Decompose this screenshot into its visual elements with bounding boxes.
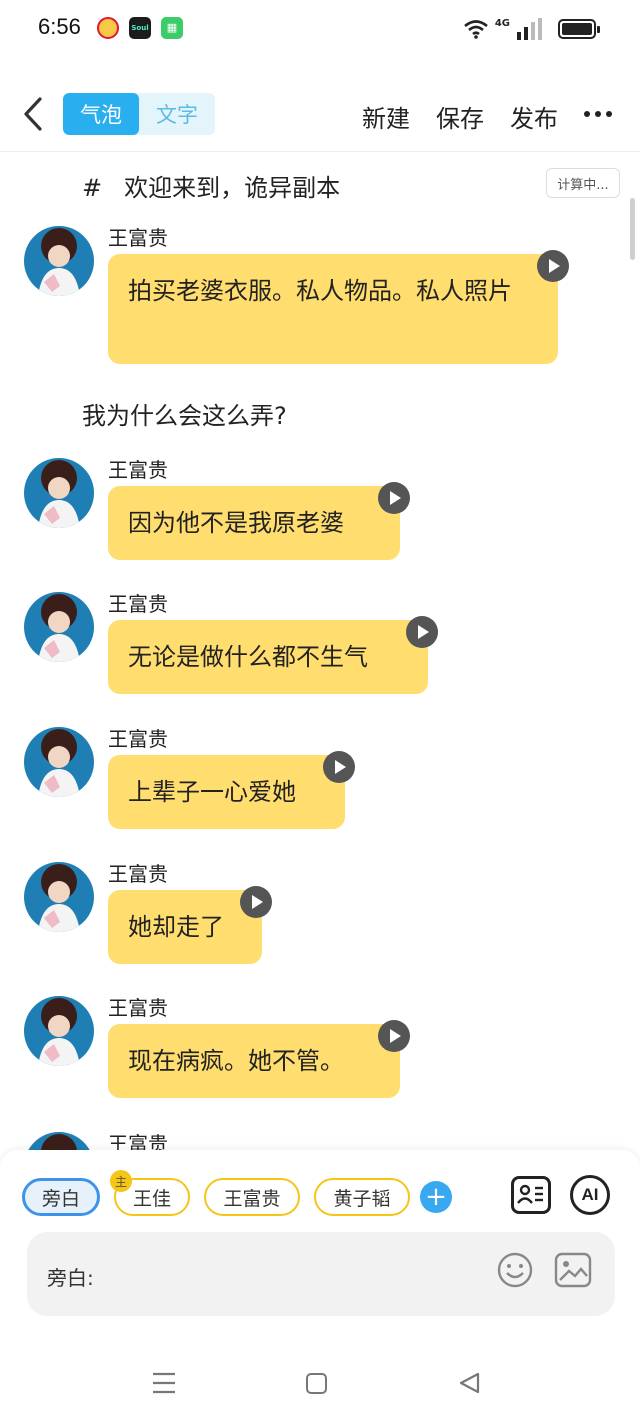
add-icon: +: [425, 1182, 447, 1212]
sender-name: 王富贵: [108, 727, 168, 751]
more-icon[interactable]: [584, 106, 616, 122]
message-text: 她却走了: [128, 913, 224, 941]
avatar[interactable]: [24, 1132, 94, 1152]
role-chip-wangfugui[interactable]: 王富贵: [204, 1178, 300, 1216]
sender-name: 王富贵: [108, 862, 168, 886]
message-bubble[interactable]: 拍买老婆衣服。私人物品。私人照片: [108, 254, 558, 364]
avatar[interactable]: [24, 727, 94, 797]
sender-name: 王富贵: [108, 226, 168, 250]
status-time: 6:56: [38, 14, 81, 39]
avatar[interactable]: [24, 592, 94, 662]
message-bubble[interactable]: 她却走了: [108, 890, 262, 964]
new-button[interactable]: 新建: [362, 99, 410, 134]
avatar[interactable]: [24, 862, 94, 932]
role-label: 王富贵: [223, 1187, 281, 1210]
status-bar: 6:56 Soul ▦ 4G: [0, 0, 640, 58]
status-indicators: 4G: [463, 16, 600, 42]
sender-name: 王富贵: [108, 996, 168, 1020]
wifi-icon: [464, 20, 488, 39]
character-card-icon: [517, 1184, 543, 1204]
heading-hash: #: [82, 174, 103, 202]
battery-icon: [558, 19, 600, 39]
word-count-badge: 计算中...: [546, 168, 620, 198]
message-text: 因为他不是我原老婆: [128, 509, 344, 537]
role-chip-wangjia[interactable]: 主 王佳: [110, 1170, 190, 1216]
avatar[interactable]: [24, 226, 94, 296]
tab-bubble[interactable]: 气泡: [63, 93, 139, 135]
soul-app-icon: Soul: [129, 17, 151, 39]
message-text: 上辈子一心爱她: [128, 778, 296, 806]
play-icon[interactable]: [378, 1020, 410, 1052]
back-icon: [24, 97, 42, 131]
network-type: 4G: [494, 18, 510, 29]
role-label: 旁白: [41, 1187, 80, 1210]
narration-text[interactable]: 我为什么会这么弄?: [82, 396, 287, 431]
message-bubble[interactable]: 现在病疯。她不管。: [108, 1024, 400, 1098]
role-selector: 旁白 主 王佳 王富贵 黄子韬 +: [22, 1170, 452, 1216]
message-bubble[interactable]: 上辈子一心爱她: [108, 755, 345, 829]
image-icon[interactable]: [554, 1252, 592, 1288]
home-icon[interactable]: [306, 1373, 327, 1394]
role-chip-narrator[interactable]: 旁白: [22, 1178, 100, 1216]
app-notification-icon: ▦: [161, 17, 183, 39]
weibo-icon: [97, 17, 119, 39]
message-bubble[interactable]: 因为他不是我原老婆: [108, 486, 400, 560]
message-bubble[interactable]: 无论是做什么都不生气: [108, 620, 428, 694]
save-button[interactable]: 保存: [436, 99, 484, 134]
main-character-badge: 主: [110, 1170, 132, 1192]
play-icon[interactable]: [378, 482, 410, 514]
message-text: 现在病疯。她不管。: [128, 1047, 344, 1075]
add-role-button[interactable]: +: [420, 1181, 452, 1213]
avatar[interactable]: [24, 996, 94, 1066]
back-button[interactable]: [18, 94, 48, 134]
play-icon[interactable]: [537, 250, 569, 282]
sender-name: 王富贵: [108, 1132, 168, 1152]
sender-name: 王富贵: [108, 458, 168, 482]
play-icon[interactable]: [406, 616, 438, 648]
nav-back-icon[interactable]: [458, 1372, 480, 1394]
publish-button[interactable]: 发布: [510, 99, 558, 134]
mode-toggle: 气泡 文字: [63, 93, 215, 135]
editor-toolbar: 气泡 文字 新建 保存 发布: [0, 78, 640, 152]
role-chip-huangzitao[interactable]: 黄子韬: [314, 1178, 410, 1216]
composer-panel: 旁白 主 王佳 王富贵 黄子韬 + AI 旁白:: [0, 1150, 640, 1342]
menu-icon[interactable]: [152, 1372, 176, 1394]
emoji-icon[interactable]: [497, 1252, 533, 1288]
character-card-button[interactable]: [511, 1176, 551, 1214]
avatar[interactable]: [24, 458, 94, 528]
play-icon[interactable]: [240, 886, 272, 918]
message-text: 无论是做什么都不生气: [128, 643, 368, 671]
message-input[interactable]: 旁白:: [27, 1232, 615, 1316]
heading-text: 欢迎来到，诡异副本: [124, 174, 341, 202]
input-role-label: 旁白:: [47, 1266, 94, 1290]
play-icon[interactable]: [323, 751, 355, 783]
message-text: 拍买老婆衣服。私人物品。私人照片: [128, 277, 512, 305]
scrollbar[interactable]: [630, 198, 635, 260]
role-label: 王佳: [132, 1187, 171, 1210]
chat-area[interactable]: # 欢迎来到，诡异副本 计算中... 王富贵 拍买老婆衣服。私人物品。私人照片 我…: [0, 152, 640, 1152]
signal-icon: [517, 18, 542, 40]
chapter-heading[interactable]: # 欢迎来到，诡异副本: [82, 168, 340, 203]
role-label: 黄子韬: [333, 1187, 391, 1210]
system-nav-bar: [0, 1342, 640, 1422]
sender-name: 王富贵: [108, 592, 168, 616]
tab-text[interactable]: 文字: [139, 93, 215, 135]
ai-button[interactable]: AI: [570, 1175, 610, 1215]
